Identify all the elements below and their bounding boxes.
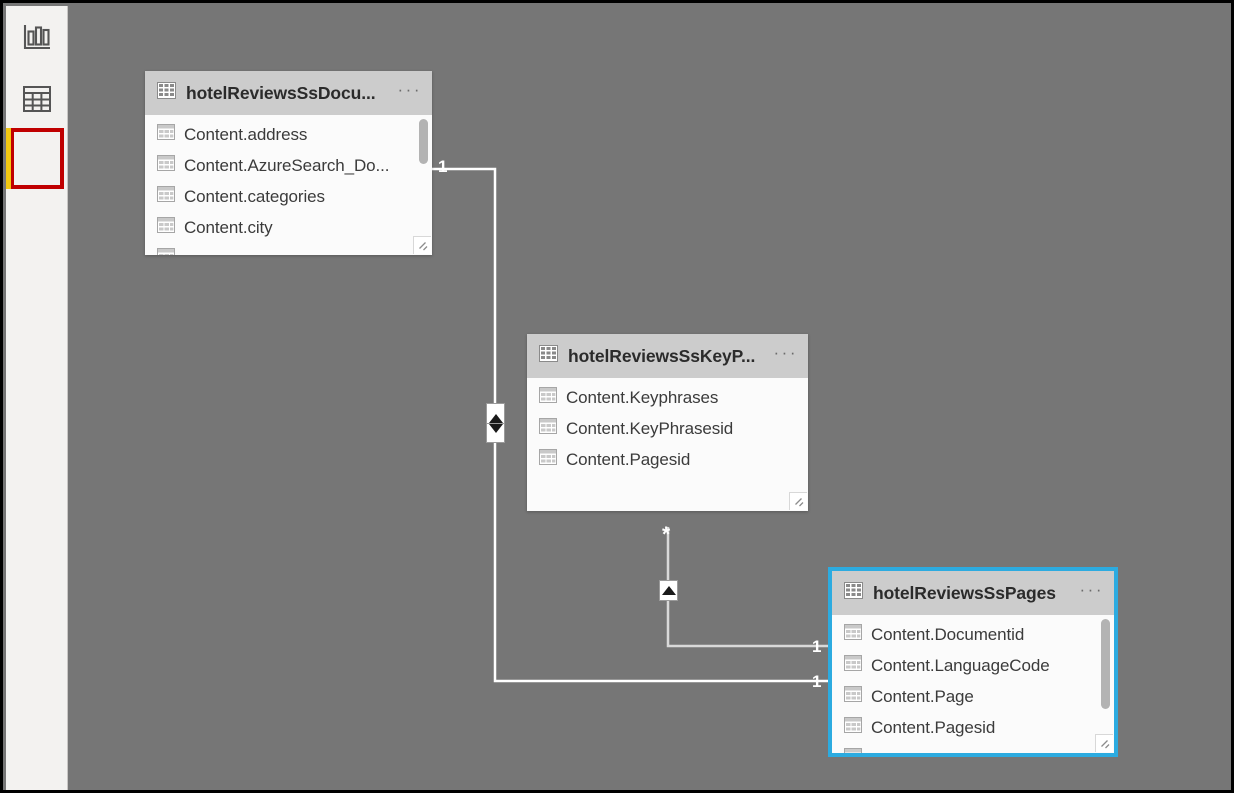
field-table-icon (157, 155, 175, 176)
field-row[interactable]: Content.LanguageCode (832, 650, 1114, 681)
scrollbar-thumb[interactable] (419, 119, 428, 164)
cardinality-label-pages-upper: 1 (812, 637, 822, 656)
triangle-down-icon (488, 423, 503, 433)
model-diagram-canvas[interactable]: 1 * 1 1 hotelReviewsSsDocu... ··· Conten… (68, 6, 1228, 787)
table-card-title: hotelReviewsSsPages (873, 582, 1056, 603)
cardinality-label-keyphrases: * (662, 523, 671, 546)
field-table-icon (157, 217, 175, 238)
cardinality-label-documents: 1 (438, 157, 448, 176)
field-row[interactable]: Content.address (145, 119, 432, 150)
triangle-up-icon (661, 586, 676, 595)
field-table-icon (157, 186, 175, 207)
table-card-pages[interactable]: hotelReviewsSsPages ··· Content.Document… (828, 567, 1118, 757)
table-icon (157, 82, 176, 104)
field-table-icon (844, 624, 862, 645)
sidebar-item-data-view[interactable] (6, 68, 68, 130)
field-label: Content.city (184, 217, 273, 237)
field-table-icon (844, 655, 862, 676)
cardinality-label-pages-lower: 1 (812, 672, 822, 691)
field-row-partial[interactable] (832, 743, 1114, 753)
field-table-icon (539, 387, 557, 408)
field-row[interactable]: Content.AzureSearch_Do... (145, 150, 432, 181)
field-row[interactable]: Content.Pagesid (527, 444, 808, 475)
field-label: Content.address (184, 124, 308, 144)
field-label: Content.Page (871, 686, 974, 706)
field-table-icon (844, 686, 862, 707)
field-label: Content.Documentid (871, 624, 1025, 644)
model-view-active-accent-bar (6, 128, 11, 189)
grid-table-icon (22, 85, 52, 113)
field-row[interactable]: Content.Page (832, 681, 1114, 712)
table-card-field-list[interactable]: Content.Documentid Content.LanguageCode (832, 615, 1114, 753)
table-card-header[interactable]: hotelReviewsSsPages ··· (832, 571, 1114, 615)
vertical-scrollbar[interactable] (1101, 619, 1110, 749)
field-label: Content.Pagesid (871, 717, 996, 737)
field-table-icon (539, 449, 557, 470)
field-row-partial[interactable] (145, 243, 432, 255)
view-rail (6, 6, 68, 790)
field-row[interactable]: Content.city (145, 212, 432, 243)
table-card-keyphrases[interactable]: hotelReviewsSsKeyP... ··· Content.Keyphr… (527, 334, 808, 511)
bar-chart-icon (22, 23, 52, 51)
crossfilter-marker-single[interactable] (659, 580, 678, 601)
resize-handle[interactable] (789, 492, 807, 510)
table-icon (539, 345, 558, 367)
field-label: Content.LanguageCode (871, 655, 1050, 675)
field-row[interactable]: Content.Keyphrases (527, 382, 808, 413)
table-card-header[interactable]: hotelReviewsSsKeyP... ··· (527, 334, 808, 378)
triangle-up-icon (488, 413, 503, 423)
table-card-field-list[interactable]: Content.address Content.AzureSearch_Do..… (145, 115, 432, 255)
table-card-title: hotelReviewsSsKeyP... (568, 345, 756, 366)
field-table-icon (844, 717, 862, 738)
model-view-selection-ring (10, 128, 64, 189)
table-card-documents[interactable]: hotelReviewsSsDocu... ··· Content.addres… (145, 71, 432, 255)
table-card-menu-icon[interactable]: ··· (398, 81, 422, 102)
scrollbar-thumb[interactable] (1101, 619, 1110, 709)
field-table-icon (844, 748, 862, 753)
field-label: Content.categories (184, 186, 325, 206)
power-bi-model-view-window: 1 * 1 1 hotelReviewsSsDocu... ··· Conten… (0, 0, 1234, 793)
field-table-icon (539, 418, 557, 439)
resize-handle[interactable] (413, 236, 431, 254)
table-icon (844, 582, 863, 604)
table-card-menu-icon[interactable]: ··· (774, 344, 798, 365)
field-row[interactable]: Content.Pagesid (832, 712, 1114, 743)
field-label: Content.AzureSearch_Do... (184, 155, 390, 175)
table-card-menu-icon[interactable]: ··· (1080, 581, 1104, 602)
field-label: Content.Pagesid (566, 449, 691, 469)
table-card-title: hotelReviewsSsDocu... (186, 82, 376, 103)
field-label: Content.KeyPhrasesid (566, 418, 734, 438)
resize-handle[interactable] (1095, 734, 1113, 752)
field-table-icon (157, 124, 175, 145)
field-row[interactable]: Content.Documentid (832, 619, 1114, 650)
table-card-field-list[interactable]: Content.Keyphrases Content.KeyPhrasesid (527, 378, 808, 511)
sidebar-item-report-view[interactable] (6, 6, 68, 68)
field-row[interactable]: Content.KeyPhrasesid (527, 413, 808, 444)
vertical-scrollbar[interactable] (419, 119, 428, 251)
field-label: Content.Keyphrases (566, 387, 719, 407)
table-card-header[interactable]: hotelReviewsSsDocu... ··· (145, 71, 432, 115)
field-table-icon (157, 248, 175, 255)
crossfilter-marker-bidirectional[interactable] (486, 403, 505, 443)
field-row[interactable]: Content.categories (145, 181, 432, 212)
